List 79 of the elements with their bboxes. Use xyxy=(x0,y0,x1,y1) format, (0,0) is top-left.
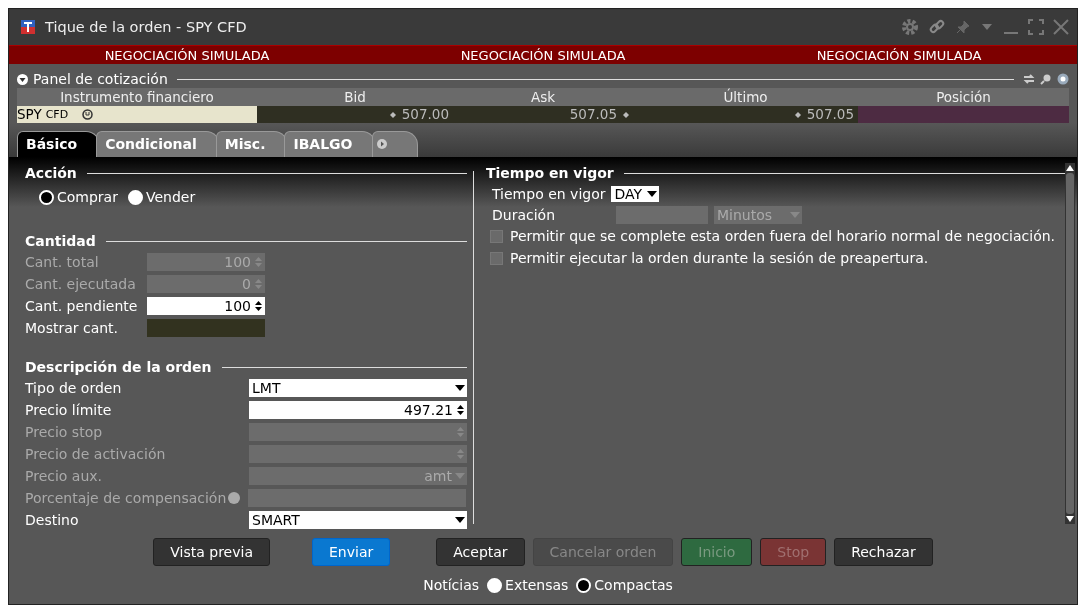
input-field[interactable]: SMART xyxy=(249,511,467,529)
input-field[interactable] xyxy=(147,319,265,337)
field-label: Porcentaje de compensación xyxy=(25,490,227,506)
scroll-up-icon[interactable] xyxy=(1066,165,1074,171)
column-header: Bid xyxy=(343,88,367,106)
field-label: Precio de activación xyxy=(25,446,167,462)
radio-option[interactable]: Extensas xyxy=(487,577,569,593)
instrument-cell: SPY CFD xyxy=(17,106,257,123)
column-header: Instrumento financiero xyxy=(59,88,215,106)
field-label: Tipo de orden xyxy=(25,380,123,396)
checkbox-option[interactable]: Permitir ejecutar la orden durante la sesión de preapertura. xyxy=(486,247,1069,269)
radio-option[interactable]: Comprar xyxy=(39,189,118,205)
spinner-icon[interactable] xyxy=(456,403,465,417)
arrows-icon[interactable] xyxy=(1023,73,1035,85)
link-icon[interactable] xyxy=(928,18,946,36)
action-button[interactable]: Enviar xyxy=(312,538,391,566)
caret-icon xyxy=(647,189,658,198)
diamond-icon xyxy=(389,112,396,118)
section-title: Acción xyxy=(25,165,77,181)
input-field[interactable] xyxy=(249,423,467,441)
caret-icon[interactable] xyxy=(980,22,994,32)
caret-icon xyxy=(455,384,465,392)
banner-text: NEGOCIACIÓN SIMULADA xyxy=(460,47,626,63)
column-header: Ask xyxy=(529,88,557,106)
spinner-icon[interactable] xyxy=(254,299,263,313)
checkbox-option[interactable]: Permitir que se complete esta orden fuera del horario normal de negociación. xyxy=(486,225,1069,247)
radio-option[interactable]: Vender xyxy=(127,189,196,205)
panel-title: Panel de cotización xyxy=(33,71,168,87)
app-icon xyxy=(21,20,35,34)
field-label: Cant. pendiente xyxy=(25,298,139,314)
section-title: Tiempo en vigor xyxy=(486,165,614,181)
radio-option[interactable]: Compactas xyxy=(576,577,673,593)
diamond-icon xyxy=(794,112,801,118)
help-icon[interactable] xyxy=(1057,73,1069,85)
settings-icon[interactable] xyxy=(901,18,919,36)
input-field[interactable]: 100 xyxy=(147,297,265,315)
search-icon[interactable] xyxy=(1040,73,1052,85)
ask-cell: 507.05 xyxy=(453,106,633,123)
field-label: Precio límite xyxy=(25,402,113,418)
field-label: Cant. total xyxy=(25,254,100,270)
window-title: Tique de la orden - SPY CFD xyxy=(45,19,247,35)
caret-icon xyxy=(455,516,465,524)
diamond-icon xyxy=(623,112,629,118)
action-button[interactable]: Vista previa xyxy=(153,538,270,566)
duration-field[interactable] xyxy=(616,205,708,224)
field-label: Cant. ejecutada xyxy=(25,276,137,292)
field-label: Precio stop xyxy=(25,424,104,440)
field-label: Mostrar cant. xyxy=(25,320,120,336)
caret-icon xyxy=(790,210,800,219)
field-label: Duración xyxy=(492,206,556,223)
input-field[interactable] xyxy=(249,445,467,463)
field-label: Tiempo en vigor xyxy=(492,185,606,202)
play-icon xyxy=(376,139,387,149)
input-field[interactable]: 497.21 xyxy=(249,401,467,419)
info-dot-icon xyxy=(228,492,241,504)
info-icon[interactable] xyxy=(82,109,94,120)
action-button[interactable]: Aceptar xyxy=(436,538,525,566)
scroll-down-icon[interactable] xyxy=(1066,516,1074,522)
input-field[interactable]: LMT xyxy=(249,379,467,397)
more-tabs-tab[interactable] xyxy=(371,131,418,157)
collapse-icon[interactable] xyxy=(17,73,28,85)
banner-text: NEGOCIACIÓN SIMULADA xyxy=(104,47,270,63)
close-icon[interactable] xyxy=(1053,19,1069,35)
last-cell: 507.05 xyxy=(633,106,858,123)
pin-icon[interactable] xyxy=(955,19,971,35)
field-label: Precio aux. xyxy=(25,468,104,484)
action-button[interactable]: Rechazar xyxy=(834,538,933,566)
tif-dropdown[interactable]: DAY xyxy=(611,185,660,202)
news-label: Notícias xyxy=(423,577,480,593)
column-header: Posición xyxy=(935,88,992,106)
section-title: Cantidad xyxy=(25,233,96,249)
bid-cell: 507.00 xyxy=(257,106,453,123)
maximize-icon[interactable] xyxy=(1028,19,1044,35)
field-label: Destino xyxy=(25,512,80,528)
banner-text: NEGOCIACIÓN SIMULADA xyxy=(816,47,982,63)
caret-icon xyxy=(455,472,465,480)
scrollbar[interactable] xyxy=(1065,163,1075,524)
column-header: Último xyxy=(722,88,769,106)
section-title: Descripción de la orden xyxy=(25,359,212,375)
